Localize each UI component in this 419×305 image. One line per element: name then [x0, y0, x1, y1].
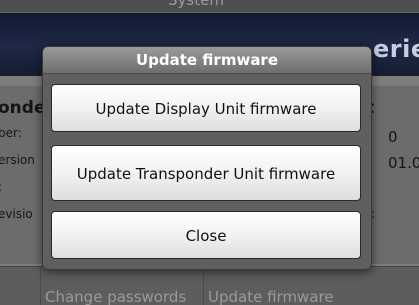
panel-row-label: ersion [0, 153, 35, 167]
update-firmware-tab-label: Update firmware [208, 288, 334, 305]
dialog-title: Update firmware [135, 51, 279, 69]
panel-heading: onde [0, 98, 46, 118]
app-title-right: eries [373, 35, 419, 63]
panel-value: 01.0 [388, 154, 419, 172]
top-strip-text: System [168, 0, 224, 9]
bottom-toolbar: Change passwords Update firmware [0, 266, 419, 305]
close-button[interactable]: Close [51, 211, 361, 259]
change-passwords-button[interactable]: Change passwords [40, 267, 203, 305]
update-display-unit-button[interactable]: Update Display Unit firmware [51, 84, 361, 132]
panel-row-label: evisio [0, 207, 33, 221]
change-passwords-label: Change passwords [45, 288, 187, 305]
panel-row-label: : [0, 180, 2, 194]
panel-value: 0 [388, 128, 398, 146]
dialog-header: Update firmware [43, 47, 371, 74]
top-strip: System [0, 0, 419, 12]
update-firmware-dialog: Update firmware Update Display Unit firm… [42, 46, 372, 270]
screen: System eries onde ber: ersion : evisio t… [0, 0, 419, 305]
panel-row-label: ber: [0, 126, 22, 140]
update-firmware-tab-button[interactable]: Update firmware [203, 267, 364, 305]
update-transponder-unit-button[interactable]: Update Transponder Unit firmware [51, 145, 361, 201]
